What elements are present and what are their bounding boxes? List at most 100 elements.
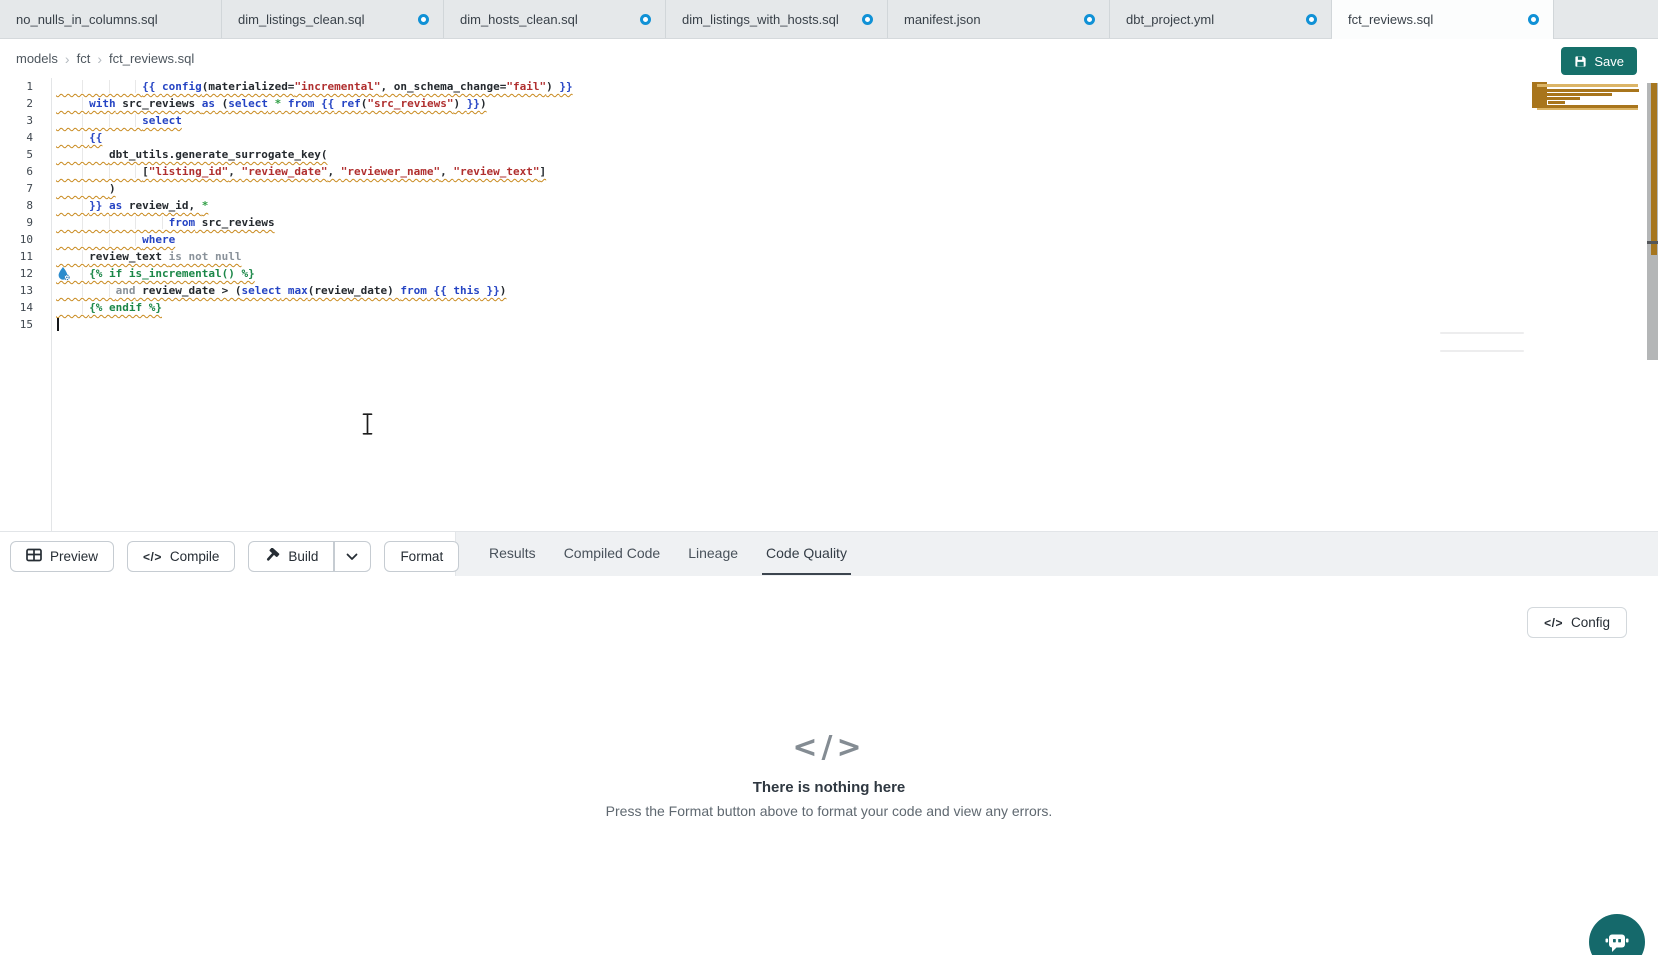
code-line-text: ): [56, 182, 116, 195]
file-header-row: models›fct›fct_reviews.sql Save: [0, 39, 1658, 78]
build-dropdown-button[interactable]: [334, 541, 371, 572]
save-button[interactable]: Save: [1561, 47, 1637, 75]
code-line-15[interactable]: [56, 316, 1658, 333]
file-tab-bar: no_nulls_in_columns.sql dim_listings_clea…: [0, 0, 1658, 39]
preview-button[interactable]: Preview: [10, 541, 114, 572]
table-grid-icon: [26, 548, 42, 565]
code-line-text: }} as review_id, *: [56, 199, 208, 212]
code-line-9[interactable]: from src_reviews: [56, 214, 1658, 231]
code-line-5[interactable]: dbt_utils.generate_surrogate_key(: [56, 146, 1658, 163]
editor-widget-bar: [1440, 350, 1524, 352]
breadcrumb-item-fct[interactable]: fct: [77, 51, 91, 66]
code-line-text: where: [56, 233, 175, 246]
code-line-2[interactable]: with src_reviews as (select * from {{ re…: [56, 95, 1658, 112]
code-line-8[interactable]: }} as review_id, *: [56, 197, 1658, 214]
floppy-disk-icon: [1574, 55, 1587, 68]
code-area[interactable]: {{ config(materialized="incremental", on…: [52, 78, 1658, 531]
build-button-group: Build: [248, 541, 371, 572]
file-tab-dim_hosts_clean.sql[interactable]: dim_hosts_clean.sql: [444, 0, 666, 38]
config-label: Config: [1571, 615, 1610, 630]
i-beam-cursor-icon: [360, 412, 375, 436]
file-tab-no_nulls_in_columns.sql[interactable]: no_nulls_in_columns.sql: [0, 0, 222, 38]
code-line-4[interactable]: {{: [56, 129, 1658, 146]
code-line-11[interactable]: review_text is not null: [56, 248, 1658, 265]
panel-tab-results[interactable]: Results: [489, 532, 536, 576]
breadcrumb: models›fct›fct_reviews.sql: [16, 39, 194, 78]
line-number: 14: [0, 299, 51, 316]
scrollbar-position-mark: [1647, 241, 1658, 244]
code-line-10[interactable]: where: [56, 231, 1658, 248]
code-line-3[interactable]: select: [56, 112, 1658, 129]
empty-state-title: There is nothing here: [0, 779, 1658, 796]
panel-tab-compiled-code[interactable]: Compiled Code: [564, 532, 661, 576]
hammer-icon: [264, 548, 280, 566]
file-tab-label: manifest.json: [904, 12, 1074, 27]
editor-gutter: 123456789101112131415: [0, 78, 52, 531]
panel-tab-code-quality[interactable]: Code Quality: [766, 532, 847, 576]
code-line-text: {% if is_incremental() %}: [56, 267, 255, 280]
line-number: 15: [0, 316, 51, 333]
code-slash-icon: </>: [0, 730, 1658, 765]
format-button[interactable]: Format: [384, 541, 459, 572]
file-tab-dim_listings_clean.sql[interactable]: dim_listings_clean.sql: [222, 0, 444, 38]
line-number: 3: [0, 112, 51, 129]
code-line-6[interactable]: ["listing_id", "review_date", "reviewer_…: [56, 163, 1658, 180]
file-tab-label: dim_listings_clean.sql: [238, 12, 408, 27]
unsaved-indicator-icon: [418, 14, 429, 25]
unsaved-indicator-icon: [862, 14, 873, 25]
file-tab-dim_listings_with_hosts.sql[interactable]: dim_listings_with_hosts.sql: [666, 0, 888, 38]
code-line-1[interactable]: {{ config(materialized="incremental", on…: [56, 78, 1658, 95]
file-tab-fct_reviews.sql[interactable]: fct_reviews.sql: [1332, 0, 1554, 39]
chat-assistant-button[interactable]: [1589, 914, 1645, 955]
line-number: 11: [0, 248, 51, 265]
code-icon: </>: [143, 549, 162, 564]
line-number: 4: [0, 129, 51, 146]
panel-tab-lineage[interactable]: Lineage: [688, 532, 738, 576]
model-marker-drop-icon: [56, 266, 71, 281]
editor-widget-bar: [1440, 332, 1524, 334]
file-tab-dbt_project.yml[interactable]: dbt_project.yml: [1110, 0, 1332, 38]
file-tab-label: no_nulls_in_columns.sql: [16, 12, 207, 27]
panel-tabs: Results Compiled Code Lineage Code Quality: [489, 532, 847, 576]
code-line-13[interactable]: and review_date > (select max(review_dat…: [56, 282, 1658, 299]
code-editor[interactable]: 123456789101112131415 {{ config(material…: [0, 78, 1658, 531]
file-tab-label: dim_hosts_clean.sql: [460, 12, 630, 27]
dbt-ide-window: no_nulls_in_columns.sql dim_listings_clea…: [0, 0, 1658, 955]
code-line-text: from src_reviews: [56, 216, 275, 229]
code-line-14[interactable]: {% endif %}: [56, 299, 1658, 316]
line-number: 1: [0, 78, 51, 95]
warning-mark: [1535, 89, 1639, 92]
breadcrumb-item-fct_reviews.sql[interactable]: fct_reviews.sql: [109, 51, 194, 66]
unsaved-indicator-icon: [640, 14, 651, 25]
line-number: 5: [0, 146, 51, 163]
build-button[interactable]: Build: [248, 541, 334, 572]
code-line-text: {{ config(materialized="incremental", on…: [56, 80, 573, 93]
file-tab-label: dbt_project.yml: [1126, 12, 1296, 27]
empty-state-hint: Press the Format button above to format …: [0, 803, 1658, 819]
breadcrumb-item-models[interactable]: models: [16, 51, 58, 66]
compile-label: Compile: [170, 549, 220, 564]
config-button[interactable]: </> Config: [1527, 607, 1627, 638]
unsaved-indicator-icon: [1306, 14, 1317, 25]
warning-mark: [1548, 101, 1565, 104]
code-line-text: with src_reviews as (select * from {{ re…: [56, 97, 487, 110]
warning-mark: [1537, 84, 1638, 87]
code-line-text: {{: [56, 131, 102, 144]
robot-chat-icon: [1602, 927, 1632, 955]
file-tab-label: dim_listings_with_hosts.sql: [682, 12, 852, 27]
format-label: Format: [400, 549, 443, 564]
breadcrumb-separator-icon: ›: [90, 51, 109, 67]
code-line-text: and review_date > (select max(review_dat…: [56, 284, 506, 297]
line-number: 10: [0, 231, 51, 248]
code-line-text: review_text is not null: [56, 250, 241, 263]
empty-state: </> There is nothing here Press the Form…: [0, 730, 1658, 819]
line-number: 7: [0, 180, 51, 197]
compile-button[interactable]: </> Compile: [127, 541, 235, 572]
save-label: Save: [1594, 54, 1624, 69]
file-tab-manifest.json[interactable]: manifest.json: [888, 0, 1110, 38]
code-line-7[interactable]: ): [56, 180, 1658, 197]
code-line-12[interactable]: {% if is_incremental() %}: [56, 265, 1658, 282]
build-label: Build: [288, 549, 318, 564]
unsaved-indicator-icon: [1084, 14, 1095, 25]
text-cursor-caret: [57, 318, 59, 331]
